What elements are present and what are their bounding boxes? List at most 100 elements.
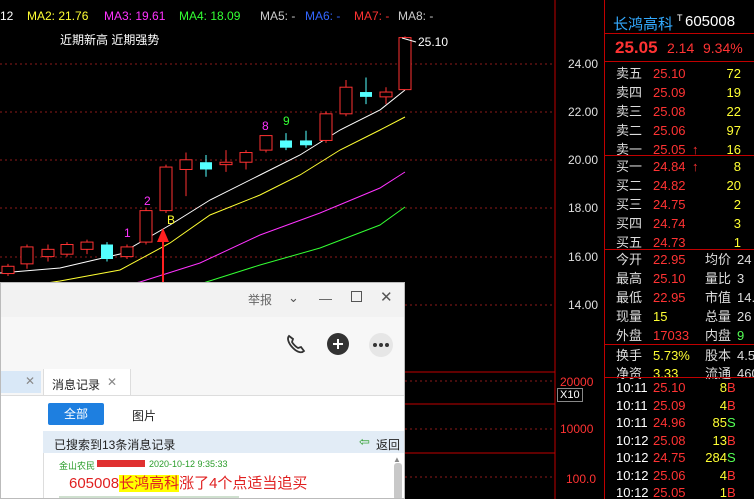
book-volume: 72 bbox=[726, 66, 741, 81]
stat-label: 股本 bbox=[705, 348, 732, 363]
tick-row[interactable]: 10:12 25.06 4 B bbox=[605, 466, 754, 485]
stat-value: 26 bbox=[737, 309, 752, 324]
book-row[interactable]: 买二 24.82 20 bbox=[605, 176, 754, 195]
red-arrow-head bbox=[157, 228, 169, 242]
candlesticks bbox=[1, 36, 412, 276]
stat-label: 最高 bbox=[616, 271, 643, 286]
back-arrow-icon[interactable]: ⇦ bbox=[359, 434, 370, 450]
stat-row-turnover: 换手 5.73% 股本 4.5 bbox=[605, 346, 754, 365]
scrollbar[interactable] bbox=[394, 463, 402, 498]
message-timestamp: 2020-10-12 9:35:33 bbox=[149, 459, 228, 469]
signal-text: 近期新高 近期强势 bbox=[60, 33, 160, 47]
add-icon[interactable] bbox=[326, 332, 350, 356]
candle bbox=[300, 140, 312, 146]
tick-row[interactable]: 10:12 25.05 1 B bbox=[605, 483, 754, 499]
stat-value: 9 bbox=[737, 328, 745, 343]
close-icon[interactable]: ✕ bbox=[380, 288, 393, 306]
quote-panel: 长鸿高科 T 605008 25.05 2.14 9.34% 卖五 25.10 72… bbox=[604, 0, 754, 499]
tick-side: B bbox=[727, 432, 736, 448]
stat-value: 22.95 bbox=[653, 290, 686, 305]
volume-unit: X10 bbox=[557, 388, 583, 402]
ma-label-0: 12 bbox=[0, 9, 14, 23]
close-tab-icon[interactable]: ✕ bbox=[25, 374, 35, 388]
book-row[interactable]: 买三 24.75 2 bbox=[605, 195, 754, 214]
stat-label: 均价 bbox=[705, 252, 732, 267]
search-result-text: 已搜索到13条消息记录 bbox=[54, 438, 176, 452]
tick-row[interactable]: 10:12 24.75 284 S bbox=[605, 448, 754, 467]
candle bbox=[200, 162, 212, 170]
book-label: 卖二 bbox=[616, 123, 643, 138]
volume-axis-20000: 20000 bbox=[560, 375, 594, 389]
more-icon[interactable] bbox=[368, 332, 394, 358]
stat-value: 17033 bbox=[653, 328, 690, 343]
ma-label-1: MA2: 21.76 bbox=[27, 9, 89, 23]
book-price: 25.10 bbox=[653, 66, 686, 81]
tick-time: 10:12 bbox=[616, 450, 649, 465]
book-row[interactable]: 卖五 25.10 72 bbox=[605, 64, 754, 83]
stat-row: 今开 22.95 均价 24 bbox=[605, 250, 754, 269]
tick-time: 10:12 bbox=[616, 432, 649, 448]
tick-time: 10:12 bbox=[616, 485, 649, 499]
book-row[interactable]: 买一 24.84 ↑ 8 bbox=[605, 157, 754, 176]
tick-price: 24.75 bbox=[653, 450, 686, 465]
message-body[interactable]: 605008长鸿高科涨了4个点适当追买 bbox=[69, 472, 307, 493]
chevron-down-icon[interactable]: ⌄ bbox=[288, 290, 299, 306]
candle bbox=[339, 86, 353, 115]
redacted-block bbox=[97, 460, 145, 467]
close-icon[interactable]: ✕ bbox=[107, 375, 117, 389]
tick-row[interactable]: 10:11 24.96 85 S bbox=[605, 413, 754, 432]
book-volume: 8 bbox=[733, 159, 741, 174]
stock-name[interactable]: 长鸿高科 bbox=[613, 13, 673, 34]
minimize-icon[interactable]: — bbox=[319, 291, 332, 306]
tick-time: 10:12 bbox=[616, 467, 649, 483]
stat-label: 换手 bbox=[616, 348, 643, 363]
stat-value: 22.95 bbox=[653, 252, 686, 267]
stat-value: 3 bbox=[737, 271, 745, 286]
book-row[interactable]: 卖二 25.06 97 bbox=[605, 121, 754, 140]
tick-side: S bbox=[727, 415, 736, 430]
maximize-icon[interactable] bbox=[351, 291, 362, 302]
tick-row[interactable]: 10:12 25.08 13 B bbox=[605, 431, 754, 450]
candle bbox=[219, 161, 233, 166]
tick-volume: 1 bbox=[719, 485, 727, 499]
message-sender: 金山农民 bbox=[59, 461, 96, 471]
book-price: 25.08 bbox=[653, 104, 686, 119]
stat-label: 量比 bbox=[705, 271, 732, 286]
book-row[interactable]: 卖四 25.09 19 bbox=[605, 83, 754, 102]
tab-message-history-label: 消息记录 bbox=[52, 378, 101, 392]
book-volume: 22 bbox=[726, 104, 741, 119]
ma-label-3: MA4: 18.09 bbox=[179, 9, 241, 23]
candle bbox=[139, 210, 153, 243]
tick-price: 25.08 bbox=[653, 432, 686, 448]
book-row[interactable]: 买四 24.74 3 bbox=[605, 214, 754, 233]
tick-row[interactable]: 10:11 25.09 4 B bbox=[605, 396, 754, 415]
tick-time: 10:11 bbox=[616, 415, 648, 430]
book-price: 24.84 bbox=[653, 159, 686, 174]
stock-code[interactable]: 605008 bbox=[685, 13, 735, 30]
book-price: 24.82 bbox=[653, 178, 686, 193]
filter-all-button[interactable]: 全部 bbox=[48, 403, 104, 425]
ma-label-7: MA8: - bbox=[398, 9, 434, 23]
book-row[interactable]: 卖三 25.08 22 bbox=[605, 102, 754, 121]
phone-icon[interactable] bbox=[284, 333, 306, 355]
filter-images-button[interactable]: 图片 bbox=[132, 407, 156, 424]
scroll-up-icon[interactable]: ▲ bbox=[393, 455, 401, 464]
tick-side: B bbox=[727, 380, 736, 395]
book-arrow: ↑ bbox=[692, 159, 699, 174]
chat-window[interactable]: 举报 ⌄ — ✕ ✕ 消息记录 ✕ 全部 图片 已搜索到13条消息记录 ⇦ 返回… bbox=[0, 282, 405, 499]
book-volume: 97 bbox=[726, 123, 741, 138]
candle bbox=[20, 246, 34, 265]
book-price: 24.75 bbox=[653, 197, 686, 212]
candle bbox=[259, 135, 273, 151]
candle bbox=[179, 159, 193, 170]
price-change-pct: 9.34% bbox=[703, 40, 743, 56]
stat-value: 14. bbox=[737, 290, 754, 305]
back-button[interactable]: 返回 bbox=[376, 436, 400, 453]
tick-row[interactable]: 10:11 25.10 8 B bbox=[605, 378, 754, 397]
report-link[interactable]: 举报 bbox=[248, 291, 272, 308]
candle bbox=[239, 152, 253, 163]
t-icon: T bbox=[677, 13, 683, 23]
tick-price: 25.05 bbox=[653, 485, 686, 499]
candle bbox=[159, 166, 173, 212]
stat-label: 现量 bbox=[616, 309, 643, 324]
